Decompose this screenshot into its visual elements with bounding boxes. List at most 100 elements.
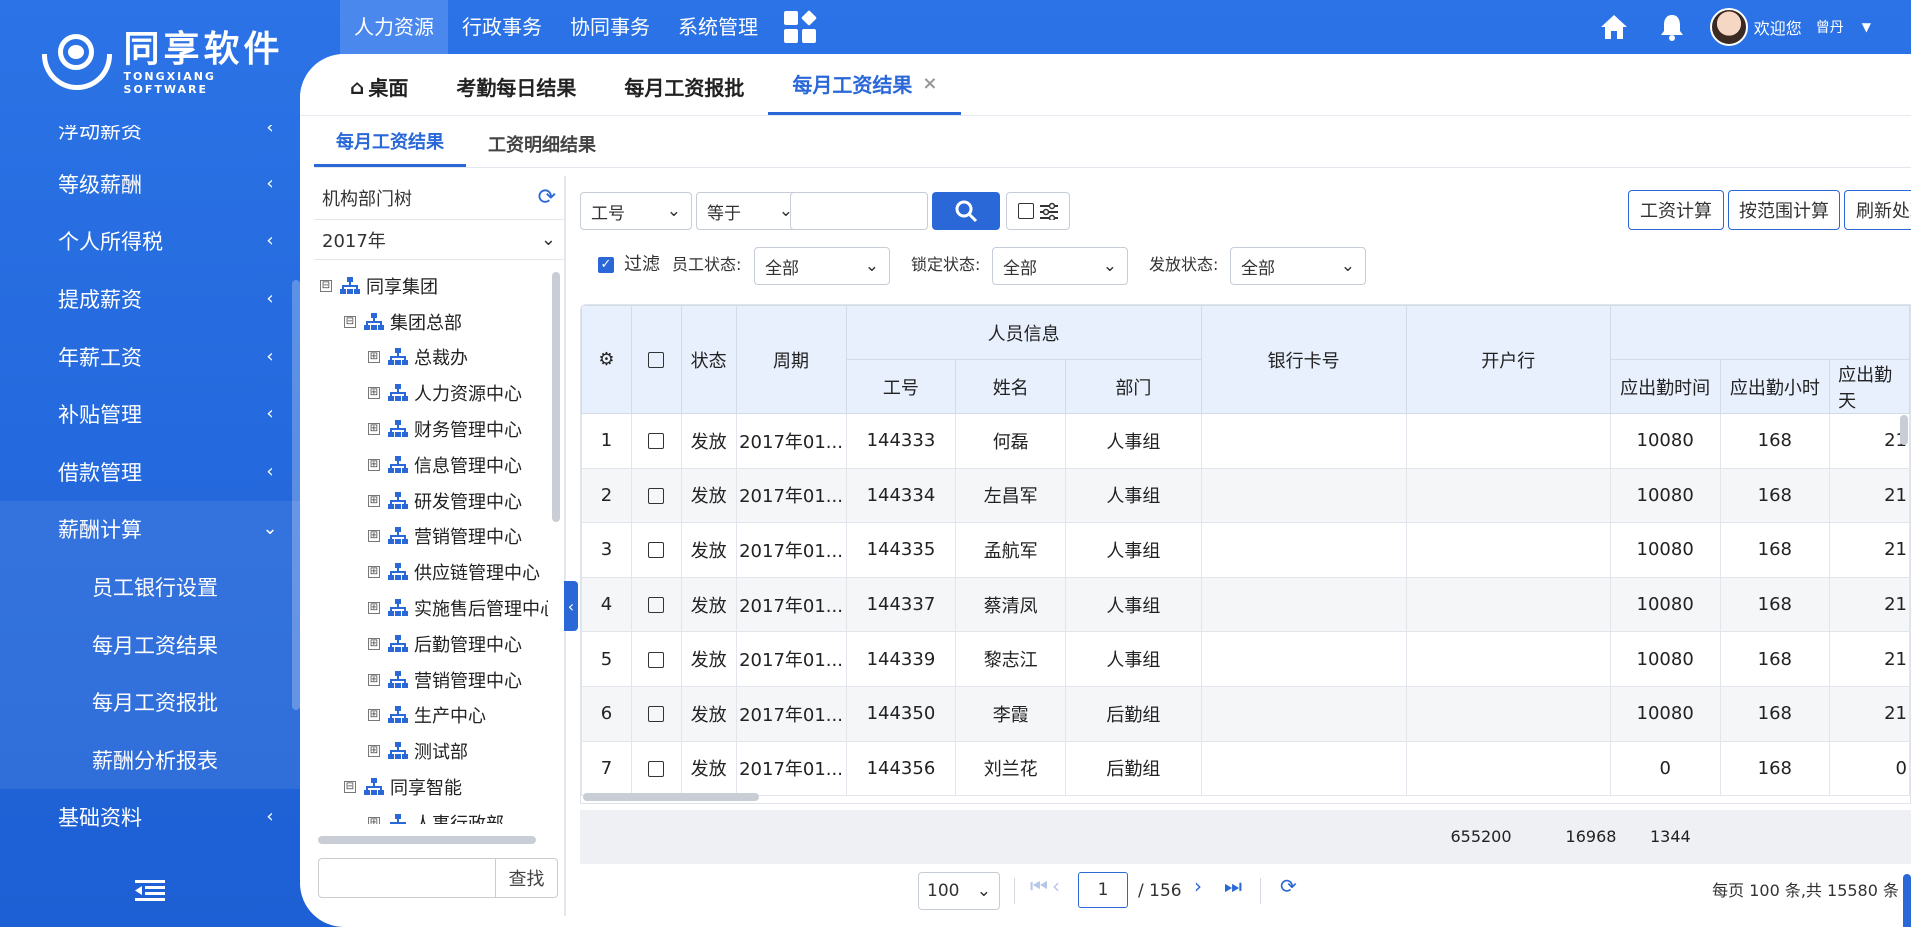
sidebar-item-pay-calc[interactable]: 薪酬计算 ⌄ bbox=[0, 500, 300, 559]
expand-toggle-icon[interactable]: ⊞ bbox=[368, 602, 380, 615]
tree-node[interactable]: ⊟ 同享集团 bbox=[320, 268, 548, 304]
sidebar-item-grade-pay[interactable]: 等级薪酬 ‹ bbox=[0, 155, 300, 213]
sidebar-item-loan[interactable]: 借款管理 ‹ bbox=[0, 443, 300, 501]
row-checkbox[interactable] bbox=[630, 576, 682, 633]
sidebar-subitem-bank-setup[interactable]: 员工银行设置 bbox=[0, 558, 300, 616]
tree-search-input[interactable] bbox=[318, 858, 496, 898]
tree-search-button[interactable]: 查找 bbox=[496, 858, 558, 898]
field-select[interactable]: 工号 ⌄ bbox=[580, 192, 692, 230]
table-row[interactable]: 2 发放 2017年01... 144334 左昌军 人事组 10080 168 21 bbox=[581, 467, 1910, 524]
apps-grid-icon[interactable] bbox=[784, 10, 817, 43]
lock-status-select[interactable]: 全部 ⌄ bbox=[992, 247, 1128, 285]
sidebar-item-base-data[interactable]: 基础资料 ‹ bbox=[0, 789, 300, 847]
expand-toggle-icon[interactable]: ⊞ bbox=[368, 387, 380, 400]
next-page-icon[interactable]: › bbox=[1194, 874, 1202, 898]
prev-page-icon[interactable]: ‹ bbox=[1052, 874, 1060, 898]
row-checkbox[interactable] bbox=[630, 685, 682, 742]
expand-toggle-icon[interactable]: ⊟ bbox=[344, 315, 356, 328]
sidebar-scrollbar[interactable] bbox=[292, 280, 300, 710]
page-size-select[interactable]: 100 ⌄ bbox=[918, 872, 1000, 910]
tree-node[interactable]: ⊞ 后勤管理中心 bbox=[320, 626, 548, 662]
table-row[interactable]: 4 发放 2017年01... 144337 蔡清凤 人事组 10080 168 21 bbox=[581, 576, 1910, 633]
row-checkbox[interactable] bbox=[630, 413, 682, 469]
search-button[interactable] bbox=[932, 192, 1000, 230]
row-checkbox[interactable] bbox=[630, 467, 682, 524]
tree-node[interactable]: ⊟ 集团总部 bbox=[320, 304, 548, 340]
table-row[interactable]: 6 发放 2017年01... 144350 李霞 后勤组 10080 168 21 bbox=[581, 685, 1910, 742]
tree-node[interactable]: ⊞ 人事行政部 bbox=[320, 805, 548, 824]
tree-node[interactable]: ⊞ 人力资源中心 bbox=[320, 375, 548, 411]
tree-node[interactable]: ⊞ 总裁办 bbox=[320, 340, 548, 376]
tree-node[interactable]: ⊞ 实施售后管理中心 bbox=[320, 590, 548, 626]
sidebar-item-annual-pay[interactable]: 年薪工资 ‹ bbox=[0, 328, 300, 386]
header-bank[interactable]: 开户行 bbox=[1405, 305, 1611, 414]
expand-toggle-icon[interactable]: ⊞ bbox=[368, 673, 380, 686]
header-period[interactable]: 周期 bbox=[735, 305, 847, 414]
tree-node[interactable]: ⊞ 营销管理中心 bbox=[320, 662, 548, 698]
subtab-monthly-result[interactable]: 每月工资结果 bbox=[314, 128, 466, 167]
tree-horizontal-scrollbar[interactable] bbox=[318, 836, 536, 844]
topnav-hr[interactable]: 人力资源 bbox=[340, 0, 448, 54]
table-row[interactable]: 3 发放 2017年01... 144335 孟航军 人事组 10080 168 21 bbox=[581, 522, 1910, 578]
header-due-days[interactable]: 应出勤天 bbox=[1829, 359, 1910, 414]
panel-splitter[interactable]: ‹ bbox=[564, 176, 578, 916]
subtab-detail-result[interactable]: 工资明细结果 bbox=[466, 131, 618, 167]
avatar[interactable] bbox=[1709, 8, 1748, 46]
expand-toggle-icon[interactable]: ⊞ bbox=[368, 566, 380, 579]
sidebar-item-floating-pay[interactable]: 浮动薪资 ‹ bbox=[0, 125, 300, 155]
header-due-hours[interactable]: 应出勤小时 bbox=[1719, 359, 1831, 414]
emp-status-select[interactable]: 全部 ⌄ bbox=[754, 247, 890, 285]
expand-toggle-icon[interactable]: ⊞ bbox=[368, 423, 380, 436]
expand-toggle-icon[interactable]: ⊞ bbox=[368, 816, 380, 824]
header-due-time[interactable]: 应出勤时间 bbox=[1609, 359, 1721, 414]
table-horizontal-scrollbar[interactable] bbox=[583, 793, 759, 801]
sidebar-item-allowance[interactable]: 补贴管理 ‹ bbox=[0, 385, 300, 443]
filter-checkbox[interactable]: ✓ bbox=[598, 257, 614, 273]
table-row[interactable]: 7 发放 2017年01... 144356 刘兰花 后勤组 0 168 0 bbox=[581, 740, 1910, 797]
sidebar-subitem-analysis-report[interactable]: 薪酬分析报表 bbox=[0, 730, 300, 789]
header-emp-no[interactable]: 工号 bbox=[845, 359, 957, 414]
tree-vertical-scrollbar[interactable] bbox=[552, 272, 560, 522]
header-status[interactable]: 状态 bbox=[680, 305, 737, 414]
expand-toggle-icon[interactable]: ⊞ bbox=[368, 494, 380, 507]
search-input[interactable] bbox=[790, 192, 928, 230]
tab-monthly-result[interactable]: 每月工资结果 × bbox=[768, 69, 962, 115]
row-checkbox[interactable] bbox=[630, 740, 682, 797]
refresh-icon[interactable]: ⟳ bbox=[538, 185, 556, 210]
topnav-system[interactable]: 系统管理 bbox=[664, 0, 772, 54]
year-select[interactable]: 2017年 ⌄ bbox=[314, 220, 564, 260]
table-row[interactable]: 5 发放 2017年01... 144339 黎志江 人事组 10080 168 21 bbox=[581, 631, 1910, 687]
topnav-admin[interactable]: 行政事务 bbox=[448, 0, 556, 54]
tab-desktop[interactable]: ⌂ 桌面 bbox=[326, 72, 432, 115]
sidebar-item-income-tax[interactable]: 个人所得税 ‹ bbox=[0, 213, 300, 271]
sidebar-subitem-monthly-approval[interactable]: 每月工资报批 bbox=[0, 673, 300, 731]
refresh-icon[interactable]: ⟳ bbox=[1280, 874, 1297, 898]
tree-node[interactable]: ⊞ 研发管理中心 bbox=[320, 483, 548, 519]
first-page-icon[interactable]: ⏮ bbox=[1030, 874, 1048, 898]
tree-node[interactable]: ⊞ 生产中心 bbox=[320, 698, 548, 734]
expand-toggle-icon[interactable]: ⊟ bbox=[320, 279, 332, 292]
table-vertical-scrollbar[interactable] bbox=[1900, 415, 1908, 445]
expand-toggle-icon[interactable]: ⊞ bbox=[368, 709, 380, 722]
tree-node[interactable]: ⊟ 同享智能 bbox=[320, 769, 548, 805]
advanced-filter-button[interactable] bbox=[1006, 192, 1070, 230]
sidebar-item-commission[interactable]: 提成薪资 ‹ bbox=[0, 270, 300, 328]
collapse-menu-icon[interactable] bbox=[0, 855, 300, 927]
table-row[interactable]: 1 发放 2017年01... 144333 何磊 人事组 10080 168 21 bbox=[581, 413, 1910, 469]
expand-toggle-icon[interactable]: ⊞ bbox=[368, 637, 380, 650]
chevron-down-icon[interactable]: ▼ bbox=[1862, 20, 1871, 34]
row-checkbox[interactable] bbox=[630, 522, 682, 578]
tab-monthly-approval[interactable]: 每月工资报批 bbox=[600, 72, 768, 115]
expand-toggle-icon[interactable]: ⊟ bbox=[344, 781, 356, 794]
refresh-process-button[interactable]: 刷新处理 bbox=[1844, 190, 1911, 230]
range-calc-button[interactable]: 按范围计算 bbox=[1728, 190, 1840, 230]
row-checkbox[interactable] bbox=[630, 631, 682, 687]
tree-node[interactable]: ⊞ 营销管理中心 bbox=[320, 519, 548, 555]
select-all-checkbox[interactable] bbox=[630, 305, 682, 414]
home-icon[interactable] bbox=[1596, 9, 1632, 45]
expand-toggle-icon[interactable]: ⊞ bbox=[368, 530, 380, 543]
tab-attendance-daily[interactable]: 考勤每日结果 bbox=[432, 72, 600, 115]
operator-select[interactable]: 等于 ⌄ bbox=[696, 192, 804, 230]
expand-toggle-icon[interactable]: ⊞ bbox=[368, 458, 380, 471]
topnav-collab[interactable]: 协同事务 bbox=[556, 0, 664, 54]
